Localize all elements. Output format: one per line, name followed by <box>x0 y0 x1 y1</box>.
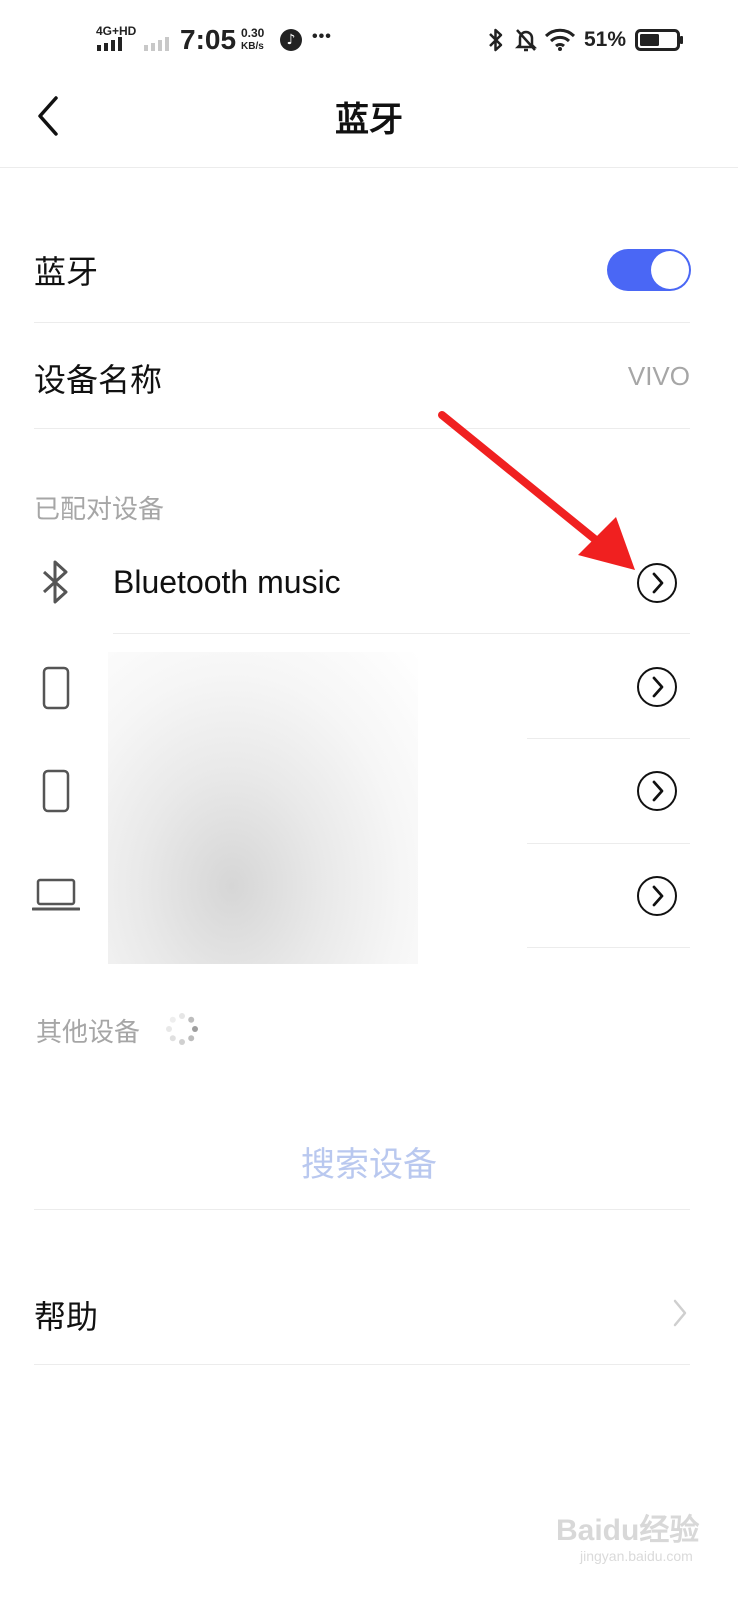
page-title: 蓝牙 <box>335 100 403 140</box>
bluetooth-status-icon <box>486 27 506 53</box>
help-label: 帮助 <box>34 1298 99 1336</box>
battery-icon <box>635 29 685 51</box>
music-note-icon: ♪ <box>280 29 302 51</box>
signal-icon <box>97 36 127 51</box>
device-details-button[interactable] <box>637 771 677 811</box>
wifi-icon <box>544 26 576 52</box>
search-devices-button[interactable]: 搜索设备 <box>0 1137 738 1186</box>
signal-icon-secondary <box>144 36 174 51</box>
row-divider <box>34 1364 690 1365</box>
device-details-button[interactable] <box>637 876 677 916</box>
bluetooth-row: 蓝牙 <box>0 215 738 322</box>
device-name: Bluetooth music <box>113 564 341 600</box>
row-divider <box>527 947 690 948</box>
chevron-right-icon <box>670 1298 690 1328</box>
toggle-knob <box>651 251 689 289</box>
phone-icon <box>42 769 70 813</box>
other-devices-header: 其他设备 <box>36 1018 141 1048</box>
device-name-label: 设备名称 <box>34 361 163 399</box>
blurred-device-names <box>108 652 418 964</box>
network-speed-value: 0.30 <box>241 26 265 40</box>
device-details-button[interactable] <box>637 667 677 707</box>
bluetooth-toggle[interactable] <box>607 249 691 291</box>
chevron-right-icon <box>652 780 664 802</box>
bluetooth-icon <box>40 560 72 604</box>
more-notifications-icon: ••• <box>312 28 332 45</box>
device-name-value: VIVO <box>627 361 690 391</box>
paired-devices-header: 已配对设备 <box>34 495 165 525</box>
watermark-logo: Baidu经验 <box>556 1514 700 1547</box>
status-bar: 4G+HD 7:05 0.30 KB/s ♪ ••• 51% <box>0 0 738 80</box>
mute-bell-icon <box>514 26 538 54</box>
annotation-arrow <box>430 405 645 580</box>
loading-spinner-icon <box>164 1011 200 1047</box>
network-speed-unit: KB/s <box>241 41 264 52</box>
laptop-icon <box>31 878 81 912</box>
chevron-right-icon <box>652 676 664 698</box>
help-row[interactable]: 帮助 <box>0 1260 738 1364</box>
row-divider <box>34 1209 690 1210</box>
header-divider <box>0 167 738 168</box>
watermark-url: jingyan.baidu.com <box>580 1548 693 1564</box>
battery-percent: 51% <box>584 28 627 51</box>
bluetooth-label: 蓝牙 <box>34 253 99 291</box>
clock: 7:05 <box>180 24 237 55</box>
phone-icon <box>42 666 70 710</box>
chevron-right-icon <box>652 885 664 907</box>
